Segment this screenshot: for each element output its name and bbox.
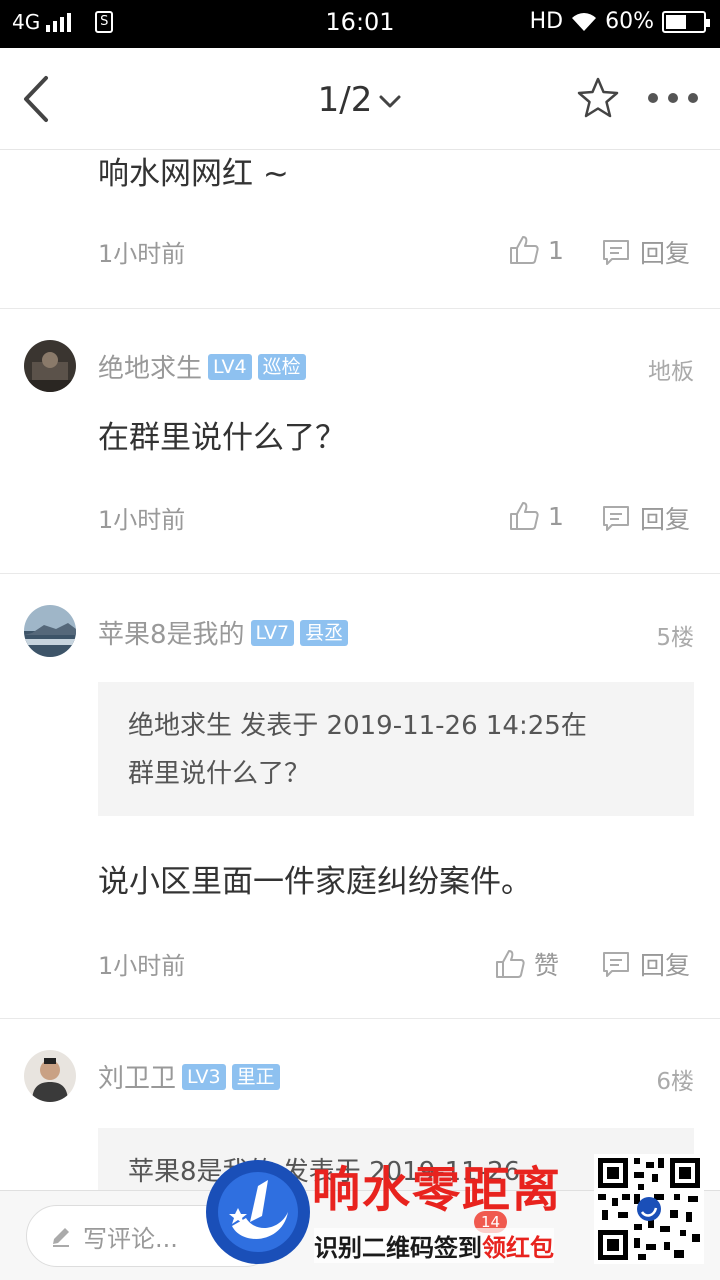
battery-icon [662,10,710,33]
comment-placeholder: 写评论... [83,1224,178,1253]
qr-code-icon [594,1154,704,1264]
comment-time: 1小时前 [98,952,186,980]
reply-label: 回复 [640,505,691,534]
thumbs-up-icon [510,502,539,530]
level-badge: LV3 [182,1063,226,1090]
reply-bubble-icon [603,506,629,531]
status-bar: 4G S 16:01 HD 60% [0,0,720,48]
reply-button[interactable]: 回复 [600,946,690,982]
like-count: 1 [548,501,564,531]
comment-text: 响水网网红 ~ [98,156,289,192]
username[interactable]: 苹果8是我的 [98,614,245,651]
comment-text: 说小区里面一件家庭纠纷案件。 [98,864,532,900]
watermark-title: 响水零距离 [312,1162,563,1218]
page-indicator: 1/2 [317,80,373,120]
watermark-subtitle-text: 识别二维码签到 [314,1234,482,1262]
thumbs-up-icon [496,950,525,978]
username-row: 绝地求生 LV4 巡检 [98,348,306,385]
reply-button[interactable]: 回复 [600,500,690,536]
avatar[interactable] [24,605,76,657]
quote-line: 绝地求生 发表于 2019-11-26 14:25在 [128,711,587,741]
username-row: 苹果8是我的 LV7 县丞 [98,614,349,651]
comment-text: 在群里说什么了？ [98,420,346,456]
avatar[interactable] [24,340,76,392]
divider [0,308,720,309]
like-count: 1 [548,235,564,265]
like-label: 赞 [534,951,560,980]
like-button[interactable]: 赞 [494,946,559,982]
pencil-icon [53,1228,69,1247]
thumbs-up-icon [510,236,539,264]
reply-label: 回复 [640,239,691,268]
hd-indicator: HD [529,9,564,34]
quoted-comment[interactable]: 绝地求生 发表于 2019-11-26 14:25在 群里说什么了？ [98,682,694,816]
quote-line: 群里说什么了？ [128,759,311,789]
floor-label: 6楼 [656,1069,694,1095]
divider [0,1018,720,1019]
top-nav-bar: 1/2 [0,48,720,150]
divider [0,573,720,574]
reply-button[interactable]: 回复 [600,234,690,270]
like-button[interactable]: 1 [508,500,564,532]
floor-label: 地板 [648,359,694,385]
favorite-star-icon[interactable] [576,76,620,120]
watermark-logo [206,1160,310,1264]
like-button[interactable]: 1 [508,234,564,266]
reply-bubble-icon [603,952,629,977]
reply-label: 回复 [640,951,691,980]
level-badge: LV4 [208,353,252,380]
wifi-icon [572,12,597,31]
comment-list[interactable]: 响水网网红 ~ 1小时前 1 回复 绝地求生 LV4 巡检 地板 在群里说什么了… [0,150,720,1190]
title-badge: 里正 [231,1063,280,1090]
more-options-icon[interactable] [648,90,698,106]
username[interactable]: 绝地求生 [98,348,202,385]
comment-time: 1小时前 [98,506,186,534]
title-badge: 县丞 [300,619,349,646]
level-badge: LV7 [250,619,295,646]
watermark-subtitle: 识别二维码签到领红包 [314,1228,554,1263]
chevron-down-icon [379,95,401,107]
floor-label: 5楼 [656,625,694,651]
reply-bubble-icon [603,240,629,265]
battery-percent: 60% [605,9,654,34]
username[interactable]: 刘卫卫 [98,1058,176,1095]
avatar[interactable] [24,1050,76,1102]
title-badge: 巡检 [257,353,306,380]
username-row: 刘卫卫 LV3 里正 [98,1058,280,1095]
comment-time: 1小时前 [98,240,186,268]
watermark-subtitle-highlight: 领红包 [482,1234,554,1262]
